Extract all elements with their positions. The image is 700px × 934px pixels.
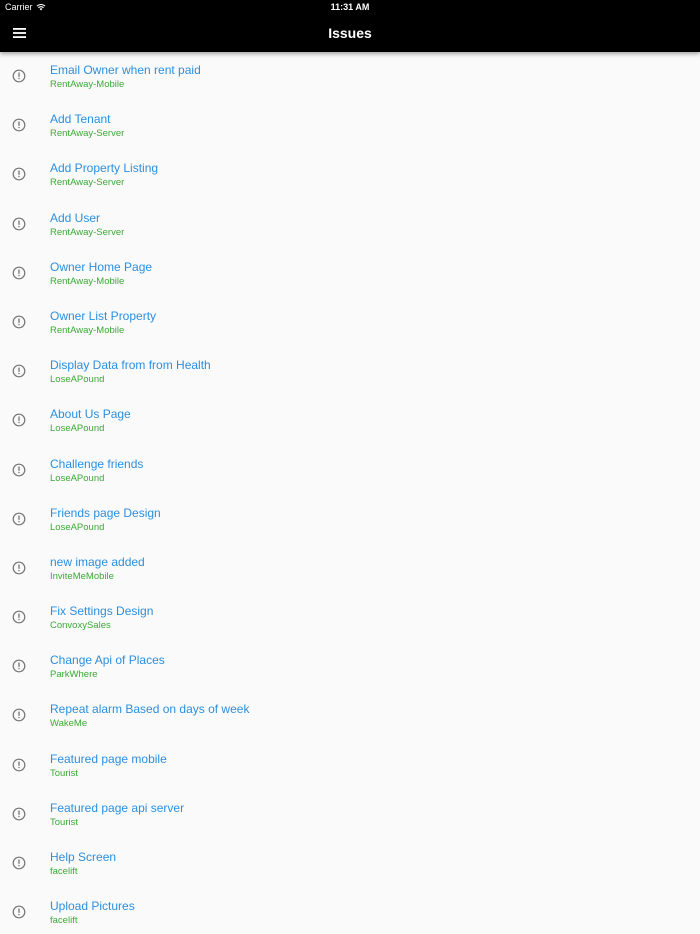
issue-title: Display Data from from Health (50, 358, 211, 373)
issue-project: WakeMe (50, 718, 88, 730)
issue-alert-icon (12, 364, 26, 378)
issue-project: facelift (50, 866, 78, 877)
issue-list-item[interactable]: Email Owner when rent paid RentAway-Mobi… (0, 52, 700, 101)
app-bar: Issues (0, 14, 700, 52)
issue-project: ParkWhere (50, 669, 98, 681)
issue-list-item[interactable]: Featured page api server Tourist (0, 790, 700, 839)
issue-list-item[interactable]: Repeat alarm Based on days of week WakeM… (0, 691, 700, 740)
issue-list-item[interactable]: Add Tenant RentAway-Server (0, 101, 700, 150)
issue-list-item[interactable]: Add Property Listing RentAway-Server (0, 150, 700, 199)
issue-title: Featured page api server (50, 800, 185, 815)
issue-project: Tourist (50, 816, 78, 828)
issue-project: LoseAPound (50, 472, 105, 484)
issue-title: Featured page mobile (50, 751, 167, 766)
issue-list-item[interactable]: Owner Home Page RentAway-Mobile (0, 249, 700, 298)
issue-project: LoseAPound (50, 521, 105, 533)
issue-title: Owner Home Page (50, 259, 153, 274)
issue-title: Add Tenant (50, 112, 111, 127)
issue-alert-icon (12, 905, 26, 919)
issue-list-item[interactable]: Challenge friends LoseAPound (0, 446, 700, 495)
issue-project: InviteMeMobile (50, 570, 114, 582)
issue-project: RentAway-Mobile (50, 324, 125, 336)
issue-project: ConvoxySales (50, 620, 111, 632)
issue-project: LoseAPound (50, 374, 105, 386)
issue-project: RentAway-Server (50, 226, 125, 238)
issue-title: Help Screen (50, 850, 117, 864)
issue-alert-icon (12, 856, 26, 870)
issue-list-item[interactable]: Change Api of Places ParkWhere (0, 642, 700, 691)
issue-alert-icon (12, 69, 26, 83)
issue-title: Repeat alarm Based on days of week (50, 702, 250, 717)
issue-project: RentAway-Server (50, 177, 125, 189)
issue-project: Tourist (50, 767, 78, 779)
issue-title: Add User (50, 210, 101, 225)
issue-list-item[interactable]: Upload Pictures facelift (0, 888, 700, 934)
issue-list-item[interactable]: Friends page Design LoseAPound (0, 495, 700, 544)
issue-project: RentAway-Mobile (50, 275, 125, 287)
issue-project: facelift (50, 915, 78, 927)
issue-title: Fix Settings Design (50, 604, 154, 619)
page-title: Issues (328, 25, 372, 41)
issue-list-item[interactable]: Featured page mobile Tourist (0, 741, 700, 790)
issue-alert-icon (12, 709, 26, 722)
issue-list-item[interactable]: About Us Page LoseAPound (0, 396, 700, 445)
issue-alert-icon (12, 167, 26, 181)
issue-alert-icon (12, 610, 26, 624)
issue-alert-icon (12, 266, 26, 280)
issue-title: About Us Page (50, 407, 131, 422)
issue-project: LoseAPound (50, 423, 105, 435)
issue-alert-icon (12, 118, 26, 132)
issue-title: Add Property Listing (50, 161, 159, 176)
issue-list-item[interactable]: Help Screen facelift (0, 839, 700, 888)
issue-title: Email Owner when rent paid (50, 63, 201, 77)
issue-alert-icon (12, 413, 26, 427)
issue-alert-icon (12, 807, 26, 821)
issue-alert-icon (12, 659, 26, 673)
issue-project: RentAway-Server (50, 128, 125, 140)
status-bar: Carrier 11:31 AM (0, 0, 700, 14)
issue-alert-icon (12, 315, 26, 329)
issue-project: RentAway-Mobile (50, 79, 125, 90)
issue-alert-icon (12, 463, 26, 476)
issue-alert-icon (12, 561, 26, 575)
issue-title: Owner List Property (50, 308, 157, 323)
issue-list-item[interactable]: Display Data from from Health LoseAPound (0, 347, 700, 396)
issue-list-item[interactable]: new image added InviteMeMobile (0, 544, 700, 593)
issue-alert-icon (12, 758, 26, 772)
issue-title: Change Api of Places (50, 653, 165, 668)
issues-list[interactable]: Email Owner when rent paid RentAway-Mobi… (0, 52, 700, 934)
issue-list-item[interactable]: Owner List Property RentAway-Mobile (0, 298, 700, 347)
issue-title: new image added (50, 554, 145, 569)
issue-list-item[interactable]: Add User RentAway-Server (0, 200, 700, 249)
issue-title: Friends page Design (50, 505, 161, 520)
status-time: 11:31 AM (330, 2, 370, 12)
issue-alert-icon (12, 217, 26, 230)
issue-list-item[interactable]: Fix Settings Design ConvoxySales (0, 593, 700, 642)
issue-title: Challenge friends (50, 456, 144, 471)
issue-alert-icon (12, 512, 26, 526)
issue-title: Upload Pictures (50, 899, 135, 914)
